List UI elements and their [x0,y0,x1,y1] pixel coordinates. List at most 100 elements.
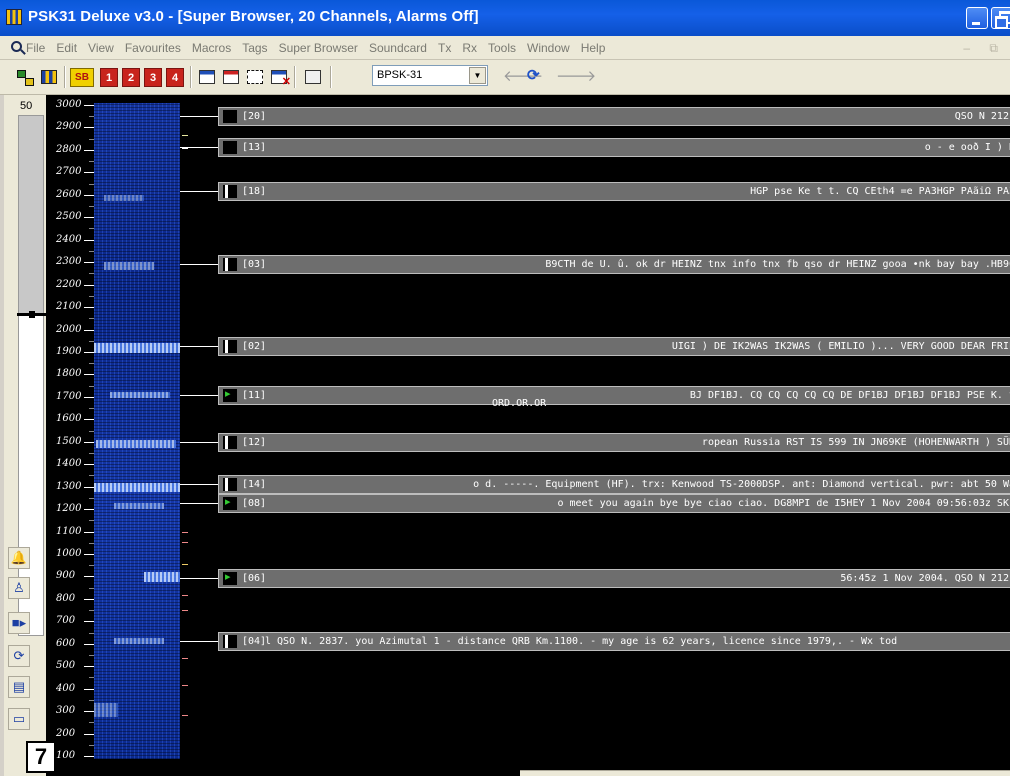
scale-tick [84,509,94,511]
channel-bar[interactable]: [04] l QSO N. 2837. you Azimutal 1 - dist… [218,632,1010,651]
new-window-button[interactable] [196,66,218,88]
cascade-button[interactable] [220,66,242,88]
status-bar [520,770,1010,776]
scale-label: 100 [56,750,76,762]
menu-tags[interactable]: Tags [242,41,267,55]
channel-leader-line [180,578,218,579]
restore-button[interactable] [991,7,1010,29]
channel-bar[interactable]: [14] o d. -----. Equipment (HF). trx: Ken… [218,475,1010,494]
scale-label: 1200 [56,503,82,515]
channel-status-icon[interactable] [223,570,237,585]
channel-bar[interactable]: [18] HGP pse Ke t t. CQ CEth4 =e PA3HGP P… [218,182,1010,201]
properties-button[interactable] [302,66,324,88]
channel-bar[interactable]: [02] UIGI ) DE IK2WAS IK2WAS ( EMILIO )..… [218,337,1010,356]
channel-index: [08] [242,498,267,509]
menu-rx[interactable]: Rx [462,41,477,55]
channel-leader-line [180,641,218,642]
channel-1-button[interactable]: 1 [100,68,118,87]
scale-tick [84,127,94,129]
scale-label: 1500 [56,435,82,447]
mode-select-value: BPSK-31 [377,69,423,81]
properties-side-icon[interactable]: ▤ [8,676,30,698]
super-browser-button[interactable]: SB [70,68,94,87]
chevron-down-icon[interactable]: ▼ [469,67,486,84]
scale-label: 2200 [56,278,82,290]
channel-status-icon[interactable] [223,340,237,353]
channel-status-icon[interactable] [223,436,237,449]
toolbar-separator [190,66,192,88]
menu-tx[interactable]: Tx [438,41,451,55]
channel-bar[interactable]: [06] 56:45z 1 Nov 2004. QSO N 212. [218,569,1010,588]
menu-favourites[interactable]: Favourites [125,41,181,55]
tune-marker [182,610,188,611]
scale-tick [84,149,94,151]
channel-index: [18] [242,186,267,197]
channel-index: [13] [242,142,267,153]
channel-3-button[interactable]: 3 [144,68,162,87]
channel-bar[interactable]: [08] o meet you again bye bye ciao ciao. … [218,494,1010,513]
scale-tick [84,217,94,219]
channel-index: [06] [242,573,267,584]
channel-status-icon[interactable] [223,258,237,271]
channel-text: HGP pse Ke t t. CQ CEth4 =e PA3HGP PAãiΩ… [750,186,1010,197]
search-icon[interactable] [11,41,22,52]
channel-status-icon[interactable] [223,387,237,402]
super-browser-panel: 3000 2900 2800 2700 2600 2500 2400 2300 2200 2100… [46,95,1010,776]
close-window-icon [271,70,291,88]
channel-bar[interactable]: [20] QSO N 212. [218,107,1010,126]
scale-label: 200 [56,727,76,739]
channel-text: l QSO N. 2837. you Azimutal 1 - distance… [265,636,898,647]
app-icon[interactable] [6,9,22,25]
channel-bar[interactable]: [12] ropean Russia RST IS 599 IN JN69KE (… [218,433,1010,452]
channel-status-icon[interactable] [223,495,237,510]
channel-bar[interactable]: [03] B9CTH de U. û. ok dr HEINZ tnx info … [218,255,1010,274]
forward-arrow-icon[interactable]: 🡒 [556,66,596,85]
channel-status-icon[interactable] [223,141,237,154]
window-side-icon[interactable]: ▭ [8,708,30,730]
channel-bar[interactable]: [13] o - e ooð I ) D [218,138,1010,157]
refresh-icon[interactable]: ⟳ [527,66,540,84]
menu-super-browser[interactable]: Super Browser [279,41,358,55]
level-slider-thumb[interactable] [17,311,49,318]
user-icon[interactable]: ♙ [8,577,30,599]
menu-view[interactable]: View [88,41,114,55]
menu-soundcard[interactable]: Soundcard [369,41,427,55]
channel-bar[interactable]: [11] BJ DF1BJ. CQ CQ CQ CQ CQ DE DF1BJ DF… [218,386,1010,405]
alarm-bell-icon[interactable]: 🔔 [8,547,30,569]
scale-label: 2600 [56,188,82,200]
tree-view-button[interactable] [14,66,36,88]
scale-tick [84,307,94,309]
menu-tools[interactable]: Tools [488,41,516,55]
level-value: 50 [20,100,33,112]
channel-leader-line [180,264,218,265]
channel-text: UIGI ) DE IK2WAS IK2WAS ( EMILIO )... VE… [671,341,1010,352]
scale-label: 2800 [56,143,82,155]
frequency-scale: 3000 2900 2800 2700 2600 2500 2400 2300 2200 2100… [46,95,94,776]
scale-label: 1800 [56,368,82,380]
menu-macros[interactable]: Macros [192,41,231,55]
menu-window[interactable]: Window [527,41,570,55]
mode-select[interactable]: BPSK-31 ▼ [372,65,488,86]
channel-4-button[interactable]: 4 [166,68,184,87]
toolbar-separator [330,66,332,88]
menu-edit[interactable]: Edit [56,41,77,55]
waterfall-display[interactable] [94,103,180,759]
refresh-side-icon[interactable]: ⟳ [8,645,30,667]
minimize-button[interactable] [966,7,988,29]
play-icon[interactable]: ■▸ [8,612,30,634]
scale-label: 400 [56,682,76,694]
select-area-button[interactable] [244,66,266,88]
close-window-button[interactable] [268,66,291,88]
menu-file[interactable]: File [26,41,45,55]
scale-tick [84,419,94,421]
channel-status-icon[interactable] [223,185,237,198]
tune-marker [182,532,188,533]
channel-leader-line [180,442,218,443]
menu-help[interactable]: Help [581,41,606,55]
channel-status-icon[interactable] [223,110,237,123]
mdi-controls[interactable]: – ⧉ [963,41,1006,56]
channel-status-icon[interactable] [223,478,237,491]
channel-2-button[interactable]: 2 [122,68,140,87]
waterfall-button[interactable] [38,66,60,88]
channel-status-icon[interactable] [223,635,237,648]
